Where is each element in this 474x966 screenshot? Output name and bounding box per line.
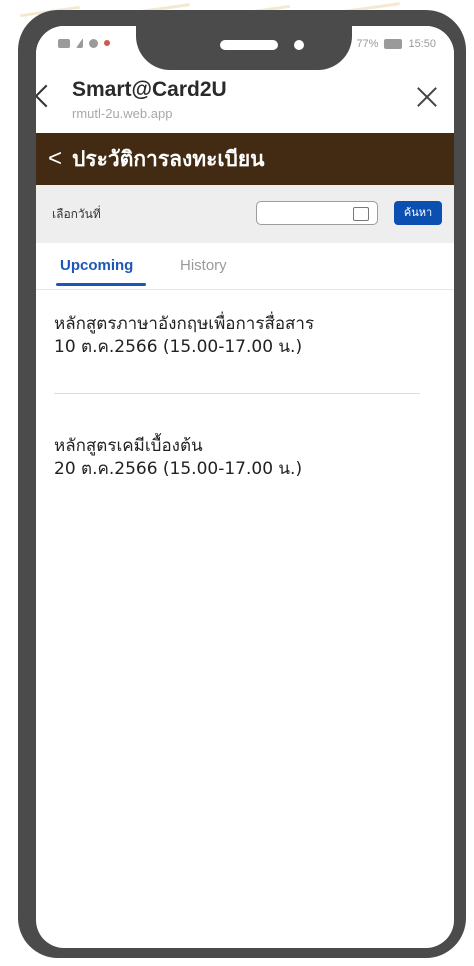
signal-icon bbox=[76, 38, 83, 48]
notification-dot-icon bbox=[104, 40, 110, 46]
status-icons-left bbox=[58, 38, 110, 48]
message-icon bbox=[58, 38, 70, 48]
close-icon[interactable] bbox=[414, 84, 440, 110]
date-input[interactable] bbox=[256, 201, 378, 225]
speaker-icon bbox=[220, 40, 278, 50]
page-title: ประวัติการลงทะเบียน bbox=[72, 146, 265, 171]
battery-percent: 77% bbox=[356, 38, 379, 50]
tab-history[interactable]: History bbox=[180, 257, 227, 274]
course-schedule: 10 ต.ค.2566 (15.00-17.00 น.) bbox=[54, 337, 303, 357]
tab-upcoming[interactable]: Upcoming bbox=[60, 257, 133, 274]
course-name: หลักสูตรภาษาอังกฤษเพื่อการสื่อสาร bbox=[54, 314, 315, 334]
list-divider bbox=[54, 393, 420, 394]
camera-icon bbox=[294, 40, 304, 50]
search-button[interactable]: ค้นหา bbox=[394, 201, 442, 225]
date-filter-bar: เลือกวันที่ ค้นหา bbox=[36, 185, 454, 243]
status-bar: 77% 15:50 bbox=[36, 26, 454, 70]
phone-frame: 77% 15:50 Smart@Card2U rmutl-2u.web.app … bbox=[18, 10, 466, 958]
list-item[interactable]: หลักสูตรเคมีเบื้องต้น 20 ต.ค.2566 (15.00… bbox=[54, 435, 424, 481]
app-title: Smart@Card2U bbox=[72, 78, 227, 101]
camera-notch bbox=[136, 26, 352, 70]
page-back-button[interactable]: < bbox=[48, 145, 62, 173]
status-time: 15:50 bbox=[408, 38, 436, 50]
status-icons-right: 77% 15:50 bbox=[356, 38, 436, 50]
back-arrow-icon[interactable] bbox=[36, 84, 58, 108]
battery-icon bbox=[384, 39, 403, 49]
app-url: rmutl-2u.web.app bbox=[72, 106, 173, 121]
list-item[interactable]: หลักสูตรภาษาอังกฤษเพื่อการสื่อสาร 10 ต.ค… bbox=[54, 313, 424, 359]
course-schedule: 20 ต.ค.2566 (15.00-17.00 น.) bbox=[54, 459, 303, 479]
wifi-icon bbox=[89, 38, 98, 48]
active-tab-indicator bbox=[56, 283, 146, 286]
date-filter-label: เลือกวันที่ bbox=[52, 207, 101, 221]
tab-bar: Upcoming History bbox=[36, 243, 454, 290]
app-bar: Smart@Card2U rmutl-2u.web.app bbox=[36, 70, 454, 132]
calendar-icon[interactable] bbox=[353, 207, 369, 221]
phone-screen: 77% 15:50 Smart@Card2U rmutl-2u.web.app … bbox=[36, 26, 454, 948]
page-header: < ประวัติการลงทะเบียน bbox=[36, 133, 454, 185]
course-name: หลักสูตรเคมีเบื้องต้น bbox=[54, 436, 203, 456]
